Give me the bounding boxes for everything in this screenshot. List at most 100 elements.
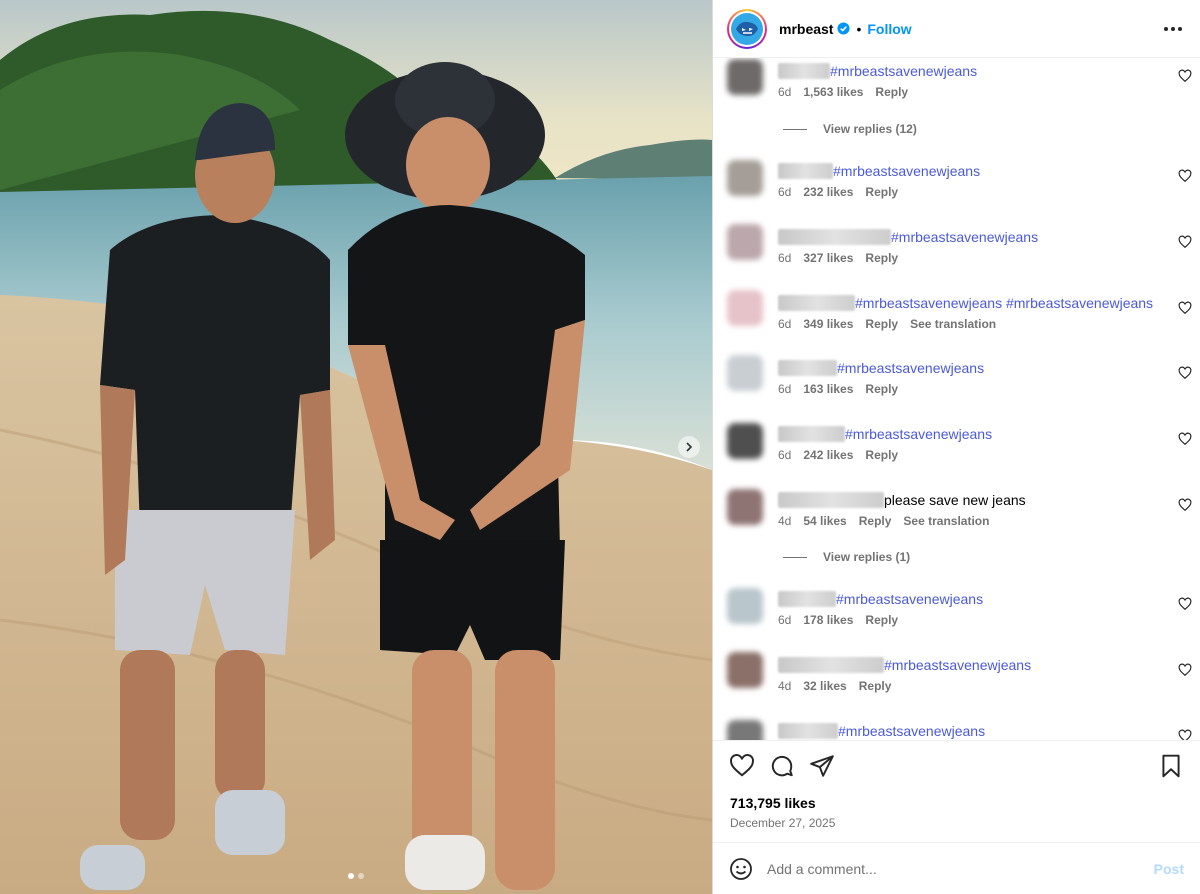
reply-button[interactable]: Reply xyxy=(865,382,898,396)
reply-button[interactable]: Reply xyxy=(875,85,908,99)
comment-likes[interactable]: 232 likes xyxy=(803,185,853,199)
commenter-avatar[interactable] xyxy=(727,224,763,260)
comment-age: 6d xyxy=(778,448,792,462)
commenter-avatar[interactable] xyxy=(727,652,763,688)
view-replies-button[interactable]: View replies (1) xyxy=(783,550,910,564)
commenter-username[interactable] xyxy=(778,723,838,739)
carousel-dot xyxy=(358,873,364,879)
commenter-avatar[interactable] xyxy=(727,355,763,391)
author-username[interactable]: mrbeast xyxy=(779,21,833,37)
comment-text[interactable]: #mrbeastsavenewjeans #mrbeastsavenewjean… xyxy=(855,295,1153,311)
comment-text[interactable]: #mrbeastsavenewjeans xyxy=(830,63,977,79)
like-count[interactable]: 713,795 likes xyxy=(730,795,816,811)
comment-like-icon[interactable] xyxy=(1178,432,1192,446)
commenter-username[interactable] xyxy=(778,163,833,179)
comment-like-icon[interactable] xyxy=(1178,498,1192,512)
comment-text[interactable]: #mrbeastsavenewjeans xyxy=(845,426,992,442)
see-translation-button[interactable]: See translation xyxy=(903,514,989,528)
heart-icon[interactable] xyxy=(729,753,755,779)
comment-text[interactable]: #mrbeastsavenewjeans xyxy=(833,163,980,179)
commenter-avatar[interactable] xyxy=(727,160,763,196)
commenter-username[interactable] xyxy=(778,492,884,508)
comment-likes[interactable]: 178 likes xyxy=(803,613,853,627)
reply-button[interactable]: Reply xyxy=(859,514,892,528)
more-options-icon[interactable] xyxy=(1160,21,1186,37)
comment-text[interactable]: #mrbeastsavenewjeans xyxy=(837,360,984,376)
comment-like-icon[interactable] xyxy=(1178,301,1192,315)
commenter-avatar[interactable] xyxy=(727,423,763,459)
commenter-username[interactable] xyxy=(778,295,855,311)
reply-button[interactable]: Reply xyxy=(865,448,898,462)
commenter-avatar[interactable] xyxy=(727,588,763,624)
comment-text[interactable]: #mrbeastsavenewjeans xyxy=(838,723,985,739)
comment-like-icon[interactable] xyxy=(1178,597,1192,611)
comment-text[interactable]: #mrbeastsavenewjeans xyxy=(836,591,983,607)
commenter-avatar[interactable] xyxy=(727,489,763,525)
commenter-username[interactable] xyxy=(778,360,837,376)
comment-likes[interactable]: 1,563 likes xyxy=(803,85,863,99)
comment-likes[interactable]: 54 likes xyxy=(803,514,846,528)
commenter-username[interactable] xyxy=(778,63,830,79)
comment-like-icon[interactable] xyxy=(1178,663,1192,677)
comment-like-icon[interactable] xyxy=(1178,366,1192,380)
comment-age: 6d xyxy=(778,613,792,627)
next-photo-button[interactable] xyxy=(678,436,700,458)
commenter-username[interactable] xyxy=(778,591,836,607)
post-comment-button[interactable]: Post xyxy=(1154,861,1184,877)
beast-logo-icon xyxy=(736,21,758,36)
comment-like-icon[interactable] xyxy=(1178,729,1192,740)
beach-photo xyxy=(0,0,712,894)
comment-text[interactable]: #mrbeastsavenewjeans xyxy=(891,229,1038,245)
comment-age: 4d xyxy=(778,679,792,693)
comment-age: 6d xyxy=(778,382,792,396)
comment-input[interactable] xyxy=(767,860,1154,877)
verified-badge-icon xyxy=(837,22,851,35)
post-photo xyxy=(0,0,712,894)
post-header: mrbeast • Follow xyxy=(713,0,1200,58)
reply-button[interactable]: Reply xyxy=(865,613,898,627)
comment-likes[interactable]: 349 likes xyxy=(803,317,853,331)
next-arrow-icon xyxy=(686,442,693,452)
share-icon[interactable] xyxy=(809,753,835,779)
commenter-username[interactable] xyxy=(778,426,845,442)
commenter-avatar[interactable] xyxy=(727,290,763,326)
commenter-username[interactable] xyxy=(778,229,891,245)
comment-age: 6d xyxy=(778,185,792,199)
commenter-avatar[interactable] xyxy=(727,59,763,95)
comments-list[interactable]: #mrbeastsavenewjeans 6d 1,563 likes Reply … xyxy=(713,58,1200,740)
header-separator: • xyxy=(856,20,862,37)
reply-button[interactable]: Reply xyxy=(859,679,892,693)
carousel-dot-active xyxy=(348,873,354,879)
bookmark-icon[interactable] xyxy=(1158,753,1184,779)
post-actions xyxy=(713,741,1200,791)
comment-likes[interactable]: 327 likes xyxy=(803,251,853,265)
comment-age: 6d xyxy=(778,317,792,331)
comment-age: 4d xyxy=(778,514,792,528)
comment-age: 6d xyxy=(778,251,792,265)
post-actions-section: 713,795 likes December 27, 2025 xyxy=(713,740,1200,830)
comment-composer: Post xyxy=(713,842,1200,894)
comment-likes[interactable]: 163 likes xyxy=(803,382,853,396)
comment-likes[interactable]: 242 likes xyxy=(803,448,853,462)
see-translation-button[interactable]: See translation xyxy=(910,317,996,331)
comment-like-icon[interactable] xyxy=(1178,69,1192,83)
reply-button[interactable]: Reply xyxy=(865,185,898,199)
comment-like-icon[interactable] xyxy=(1178,169,1192,183)
comment-icon[interactable] xyxy=(769,753,795,779)
comment-text[interactable]: #mrbeastsavenewjeans xyxy=(884,657,1031,673)
comment-like-icon[interactable] xyxy=(1178,235,1192,249)
reply-button[interactable]: Reply xyxy=(865,317,898,331)
comment-likes[interactable]: 32 likes xyxy=(803,679,846,693)
author-avatar[interactable] xyxy=(727,8,767,49)
comment-text[interactable]: please save new jeans xyxy=(884,492,1026,508)
commenter-username[interactable] xyxy=(778,657,884,673)
post-date: December 27, 2025 xyxy=(730,816,836,830)
commenter-avatar[interactable] xyxy=(727,720,763,740)
carousel-dots xyxy=(0,873,712,879)
reply-button[interactable]: Reply xyxy=(865,251,898,265)
post-panel: mrbeast • Follow #mrbeastsavenewjeans 6d… xyxy=(712,0,1200,894)
comment-age: 6d xyxy=(778,85,792,99)
view-replies-button[interactable]: View replies (12) xyxy=(783,122,917,136)
emoji-icon[interactable] xyxy=(729,857,753,881)
follow-button[interactable]: Follow xyxy=(867,21,911,37)
